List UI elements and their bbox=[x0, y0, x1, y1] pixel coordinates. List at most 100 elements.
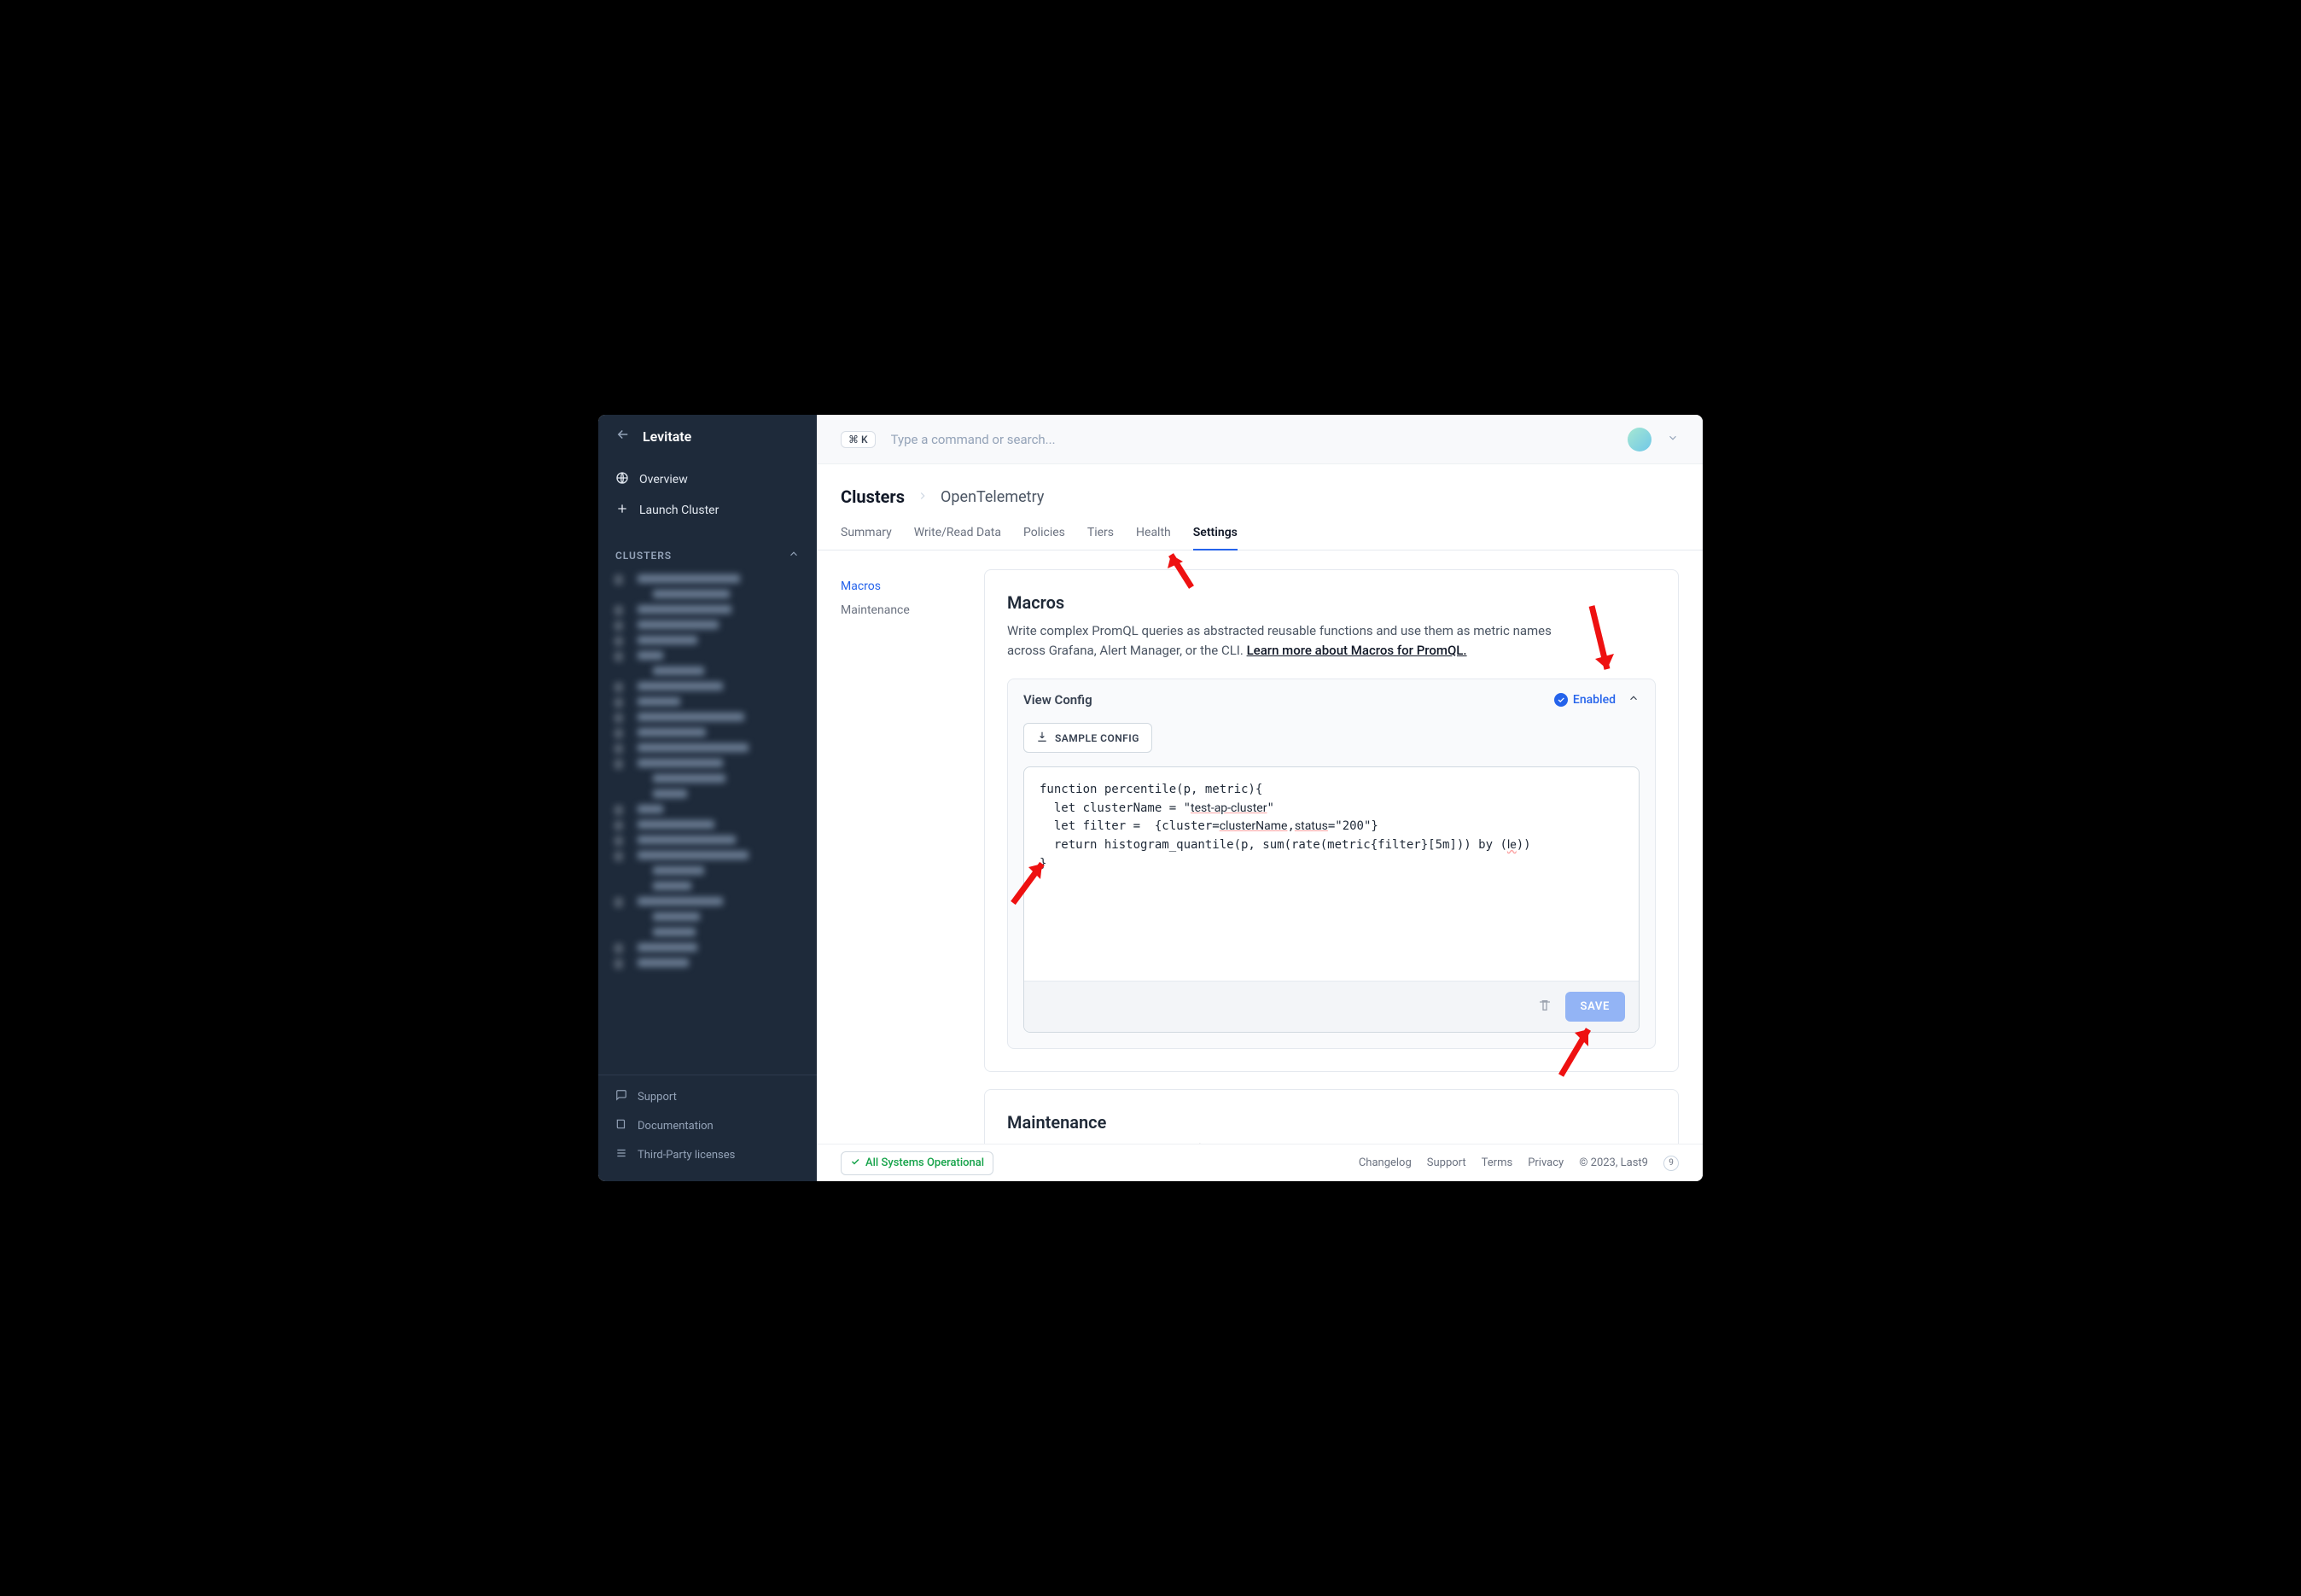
user-avatar[interactable] bbox=[1628, 428, 1651, 451]
cluster-row[interactable] bbox=[609, 771, 807, 786]
cluster-row[interactable] bbox=[609, 924, 807, 940]
cluster-row[interactable] bbox=[609, 663, 807, 679]
cluster-row[interactable]: ☰ bbox=[609, 832, 807, 848]
section-label: CLUSTERS bbox=[615, 550, 672, 562]
cluster-tabs: Summary Write/Read Data Policies Tiers H… bbox=[817, 507, 1703, 550]
sidebar: Levitate Overview Launch Cluster CLUSTER… bbox=[598, 415, 817, 1181]
cluster-row[interactable] bbox=[609, 863, 807, 878]
macros-title: Macros bbox=[1007, 592, 1656, 613]
footer-copyright: © 2023, Last9 bbox=[1579, 1156, 1648, 1169]
footer-links: Changelog Support Terms Privacy © 2023, … bbox=[1359, 1156, 1679, 1171]
globe-icon bbox=[615, 471, 629, 488]
cluster-row[interactable]: ☰ bbox=[609, 801, 807, 817]
macros-panel: Macros Write complex PromQL queries as a… bbox=[984, 569, 1679, 1072]
cluster-row[interactable]: ☰ bbox=[609, 602, 807, 617]
cluster-row[interactable]: ☰ bbox=[609, 571, 807, 586]
chevron-up-icon[interactable] bbox=[1628, 691, 1640, 708]
tab-write-read[interactable]: Write/Read Data bbox=[914, 526, 1001, 550]
back-icon[interactable] bbox=[615, 427, 631, 446]
breadcrumb-current: OpenTelemetry bbox=[941, 488, 1044, 506]
chevron-down-icon[interactable] bbox=[1667, 431, 1679, 447]
list-icon bbox=[615, 1147, 627, 1162]
topbar: ⌘ K Type a command or search... bbox=[817, 415, 1703, 464]
sidebar-header: Levitate bbox=[598, 415, 817, 457]
tab-settings[interactable]: Settings bbox=[1193, 526, 1238, 550]
page-footer: All Systems Operational Changelog Suppor… bbox=[817, 1144, 1703, 1181]
view-config-header[interactable]: View Config Enabled bbox=[1008, 679, 1655, 719]
chevron-up-icon bbox=[788, 548, 800, 562]
cluster-list: ☰ ☰ ☰ ☰ ☰ ☰ ☰ ☰ ☰ ☰ ☰ ☰ ☰ ☰ ☰ ☰ ☰ ☰ bbox=[598, 568, 817, 1075]
footer-terms[interactable]: Terms bbox=[1482, 1156, 1513, 1169]
cluster-row[interactable]: ☰ bbox=[609, 694, 807, 709]
sample-config-button[interactable]: SAMPLE CONFIG bbox=[1023, 723, 1152, 753]
settings-body: Macros Maintenance Macros Write complex … bbox=[817, 550, 1703, 1181]
tab-tiers[interactable]: Tiers bbox=[1087, 526, 1114, 550]
nav-label: Launch Cluster bbox=[639, 504, 719, 517]
tab-policies[interactable]: Policies bbox=[1023, 526, 1065, 550]
cluster-row[interactable] bbox=[609, 586, 807, 602]
config-editor-wrap: function percentile(p, metric){ let clus… bbox=[1023, 766, 1640, 1033]
command-shortcut[interactable]: ⌘ K bbox=[841, 431, 876, 448]
footer-support[interactable]: Support bbox=[1427, 1156, 1466, 1169]
subnav-maintenance[interactable]: Maintenance bbox=[841, 598, 984, 622]
cluster-row[interactable]: ☰ bbox=[609, 755, 807, 771]
breadcrumb-root[interactable]: Clusters bbox=[841, 486, 905, 507]
macros-description: Write complex PromQL queries as abstract… bbox=[1007, 621, 1553, 660]
config-editor[interactable]: function percentile(p, metric){ let clus… bbox=[1024, 767, 1639, 981]
tab-summary[interactable]: Summary bbox=[841, 526, 892, 550]
maintenance-title: Maintenance bbox=[1007, 1112, 1656, 1133]
cluster-row[interactable] bbox=[609, 909, 807, 924]
cluster-row[interactable] bbox=[609, 878, 807, 894]
cluster-row[interactable]: ☰ bbox=[609, 679, 807, 694]
footer-label: Support bbox=[638, 1091, 677, 1104]
command-search[interactable]: Type a command or search... bbox=[891, 432, 1612, 447]
download-icon bbox=[1036, 731, 1048, 745]
footer-privacy[interactable]: Privacy bbox=[1528, 1156, 1564, 1169]
sidebar-primary-nav: Overview Launch Cluster bbox=[598, 457, 817, 533]
chevron-right-icon bbox=[917, 488, 929, 506]
cluster-row[interactable]: ☰ bbox=[609, 632, 807, 648]
nav-launch-cluster[interactable]: Launch Cluster bbox=[607, 495, 808, 526]
footer-licenses[interactable]: Third-Party licenses bbox=[607, 1140, 808, 1169]
cluster-row[interactable]: ☰ bbox=[609, 848, 807, 863]
system-status[interactable]: All Systems Operational bbox=[841, 1151, 993, 1175]
footer-changelog[interactable]: Changelog bbox=[1359, 1156, 1412, 1169]
macros-learn-more-link[interactable]: Learn more about Macros for PromQL. bbox=[1247, 643, 1467, 658]
cluster-row[interactable]: ☰ bbox=[609, 817, 807, 832]
breadcrumb: Clusters OpenTelemetry bbox=[817, 464, 1703, 507]
content: Clusters OpenTelemetry Summary Write/Rea… bbox=[817, 464, 1703, 1181]
settings-subnav: Macros Maintenance bbox=[841, 569, 984, 1180]
view-config-body: SAMPLE CONFIG function percentile(p, met… bbox=[1008, 719, 1655, 1048]
cluster-row[interactable]: ☰ bbox=[609, 709, 807, 725]
cluster-row[interactable]: ☰ bbox=[609, 648, 807, 663]
enabled-badge: Enabled bbox=[1554, 693, 1616, 707]
cluster-row[interactable]: ☰ bbox=[609, 617, 807, 632]
sidebar-footer: Support Documentation Third-Party licens… bbox=[598, 1075, 817, 1181]
check-icon bbox=[850, 1156, 860, 1170]
view-config-title: View Config bbox=[1023, 692, 1092, 708]
sidebar-section-clusters[interactable]: CLUSTERS bbox=[598, 533, 817, 568]
cluster-row[interactable] bbox=[609, 786, 807, 801]
check-circle-icon bbox=[1554, 693, 1568, 707]
config-editor-footer: SAVE bbox=[1024, 981, 1639, 1032]
subnav-macros[interactable]: Macros bbox=[841, 574, 984, 598]
footer-docs[interactable]: Documentation bbox=[607, 1111, 808, 1140]
footer-support[interactable]: Support bbox=[607, 1082, 808, 1111]
trash-icon[interactable] bbox=[1538, 999, 1552, 1016]
plus-icon bbox=[615, 502, 629, 519]
cluster-row[interactable]: ☰ bbox=[609, 955, 807, 970]
last9-badge-icon: 9 bbox=[1663, 1156, 1679, 1171]
nav-overview[interactable]: Overview bbox=[607, 464, 808, 495]
nav-label: Overview bbox=[639, 473, 688, 486]
app-frame: Levitate Overview Launch Cluster CLUSTER… bbox=[597, 413, 1704, 1183]
cluster-row[interactable]: ☰ bbox=[609, 940, 807, 955]
cluster-row[interactable]: ☰ bbox=[609, 740, 807, 755]
save-button[interactable]: SAVE bbox=[1565, 992, 1625, 1022]
cluster-row[interactable]: ☰ bbox=[609, 725, 807, 740]
view-config-card: View Config Enabled bbox=[1007, 679, 1656, 1049]
cluster-row[interactable]: ☰ bbox=[609, 894, 807, 909]
footer-label: Third-Party licenses bbox=[638, 1149, 735, 1162]
chat-icon bbox=[615, 1089, 627, 1104]
tab-health[interactable]: Health bbox=[1136, 526, 1171, 550]
book-icon bbox=[615, 1118, 627, 1133]
